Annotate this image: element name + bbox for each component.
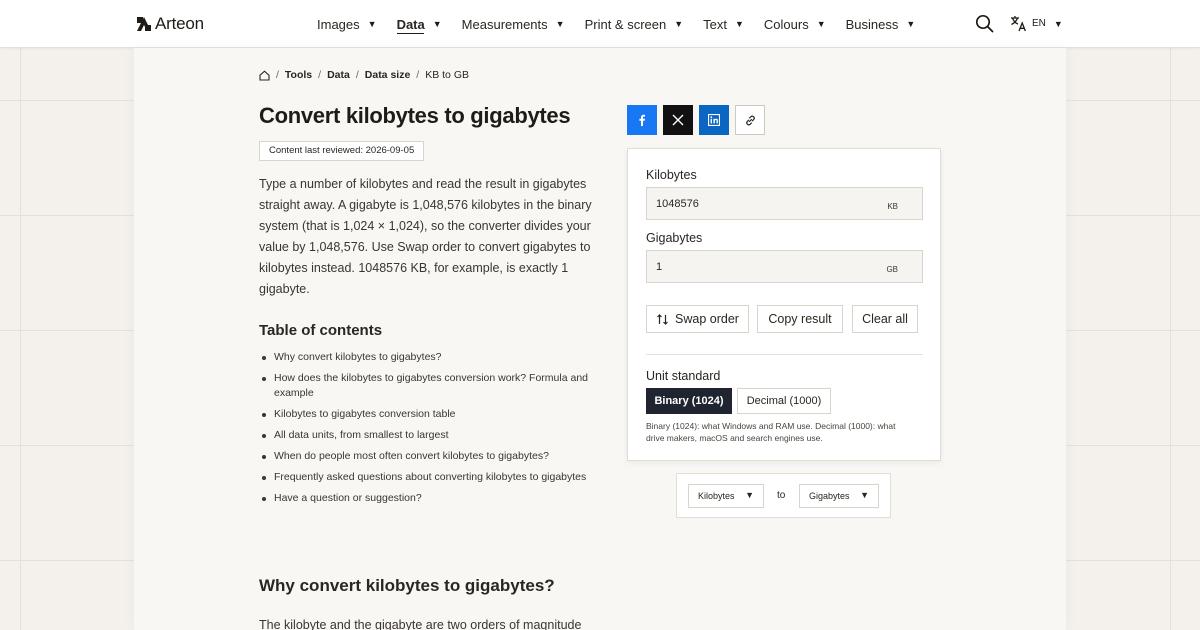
toc-title: Table of contents (259, 322, 383, 339)
gigabytes-label: Gigabytes (646, 231, 703, 245)
to-unit-value: Gigabytes (809, 491, 850, 501)
breadcrumb-separator: / (318, 69, 322, 81)
breadcrumb-separator: / (355, 69, 359, 81)
unit-standard-label: Unit standard (646, 369, 721, 383)
nav-label: Images (317, 16, 360, 32)
nav-item-text[interactable]: Text ▼ (703, 0, 744, 48)
toc-item[interactable]: All data units, from smallest to largest (259, 428, 599, 443)
caret-down-icon: ▼ (860, 490, 869, 500)
brand-logo[interactable]: Arteon (137, 14, 204, 34)
caret-down-icon: ▼ (367, 19, 377, 29)
section-paragraph: The kilobyte and the gigabyte are two or… (259, 618, 582, 630)
copy-link-button[interactable] (735, 105, 765, 135)
intro-paragraph: Type a number of kilobytes and read the … (259, 177, 592, 296)
breadcrumb-tools[interactable]: Tools (285, 69, 312, 81)
page-title: Convert kilobytes to gigabytes (259, 103, 571, 128)
toc-item[interactable]: Have a question or suggestion? (259, 491, 599, 506)
gigabytes-unit: GB (886, 265, 898, 274)
caret-down-icon: ▼ (906, 19, 916, 29)
x-icon (672, 114, 684, 126)
language-code: EN (1032, 18, 1046, 29)
copy-result-button[interactable]: Copy result (757, 305, 843, 333)
nav-label: Business (845, 16, 899, 32)
nav-label: Colours (763, 16, 809, 32)
nav-item-measurements[interactable]: Measurements ▼ (462, 0, 565, 48)
content-card: / Tools / Data / Data size / KB to GB Co… (134, 48, 1066, 630)
swap-order-button[interactable]: Swap order (646, 305, 749, 333)
nav-label: Measurements (461, 16, 548, 32)
home-icon[interactable] (259, 69, 270, 81)
nav-item-colours[interactable]: Colours ▼ (764, 0, 826, 48)
reviewed-badge: Content last reviewed: 2026-09-05 (259, 141, 425, 161)
caret-down-icon: ▼ (432, 19, 442, 29)
breadcrumb-current: KB to GB (425, 69, 469, 81)
share-x-button[interactable] (663, 105, 693, 135)
nav-item-images[interactable]: Images ▼ (317, 0, 377, 48)
toc-item[interactable]: Kilobytes to gigabytes conversion table (259, 407, 599, 422)
linkedin-icon (708, 114, 720, 126)
nav-item-data[interactable]: Data ▼ (397, 0, 442, 48)
breadcrumb-separator: / (276, 69, 279, 81)
share-facebook-button[interactable] (627, 105, 657, 135)
kilobytes-field: KB (646, 187, 923, 220)
share-bar (627, 105, 765, 135)
converter-panel: Kilobytes KB Gigabytes GB Swap order Cop… (627, 148, 941, 461)
kilobytes-unit: KB (887, 202, 898, 211)
link-icon (745, 115, 755, 125)
nav-item-business[interactable]: Business ▼ (846, 0, 916, 48)
caret-down-icon: ▼ (674, 19, 684, 29)
nav-label: Text (703, 16, 727, 32)
logo-icon (137, 17, 151, 31)
table-of-contents: Why convert kilobytes to gigabytes? How … (259, 350, 599, 512)
breadcrumb: / Tools / Data / Data size / KB to GB (259, 69, 469, 81)
swap-icon (657, 313, 668, 325)
nav-item-print-screen[interactable]: Print & screen ▼ (585, 0, 684, 48)
caret-down-icon: ▼ (816, 19, 826, 29)
breadcrumb-data-size[interactable]: Data size (365, 69, 411, 81)
translate-icon (1011, 16, 1027, 32)
from-unit-select[interactable]: Kilobytes ▼ (688, 484, 764, 508)
caret-down-icon: ▼ (1053, 18, 1063, 29)
nav-label: Data (396, 16, 425, 32)
kilobytes-input[interactable] (647, 188, 877, 219)
clear-all-button[interactable]: Clear all (852, 305, 918, 333)
unit-standard-note: Binary (1024): what Windows and RAM use.… (646, 421, 896, 443)
unit-selector: Kilobytes ▼ to Gigabytes ▼ (676, 473, 891, 518)
facebook-icon (639, 114, 645, 126)
decimal-standard-toggle[interactable]: Decimal (1000) (737, 388, 831, 414)
swap-order-label: Swap order (675, 312, 739, 326)
share-linkedin-button[interactable] (699, 105, 729, 135)
breadcrumb-data[interactable]: Data (327, 69, 350, 81)
brand-name: Arteon (155, 14, 204, 33)
caret-down-icon: ▼ (745, 490, 754, 500)
binary-standard-toggle[interactable]: Binary (1024) (646, 388, 732, 414)
caret-down-icon: ▼ (735, 19, 744, 29)
main-nav: Images ▼ Data ▼ Measurements ▼ Print & s… (317, 0, 935, 48)
divider (646, 354, 923, 355)
language-selector[interactable]: EN ▼ (1010, 15, 1063, 32)
search-icon[interactable] (975, 14, 994, 33)
gigabytes-field: GB (646, 250, 923, 283)
toc-item[interactable]: Why convert kilobytes to gigabytes? (259, 350, 599, 365)
toc-item[interactable]: Frequently asked questions about convert… (259, 470, 599, 485)
to-unit-select[interactable]: Gigabytes ▼ (799, 484, 879, 508)
nav-label: Print & screen (584, 16, 667, 32)
breadcrumb-separator: / (416, 69, 420, 81)
header-actions: EN ▼ (975, 14, 1063, 33)
gigabytes-input[interactable] (647, 251, 877, 282)
from-unit-value: Kilobytes (698, 491, 735, 501)
unit-connector: to (777, 490, 786, 501)
kilobytes-label: Kilobytes (646, 168, 697, 182)
site-header: Arteon Images ▼ Data ▼ Measurements ▼ Pr… (0, 0, 1200, 48)
toc-item[interactable]: How does the kilobytes to gigabytes conv… (259, 371, 599, 401)
caret-down-icon: ▼ (555, 19, 565, 29)
toc-item[interactable]: When do people most often convert kiloby… (259, 449, 599, 464)
section-heading: Why convert kilobytes to gigabytes? (259, 576, 555, 595)
